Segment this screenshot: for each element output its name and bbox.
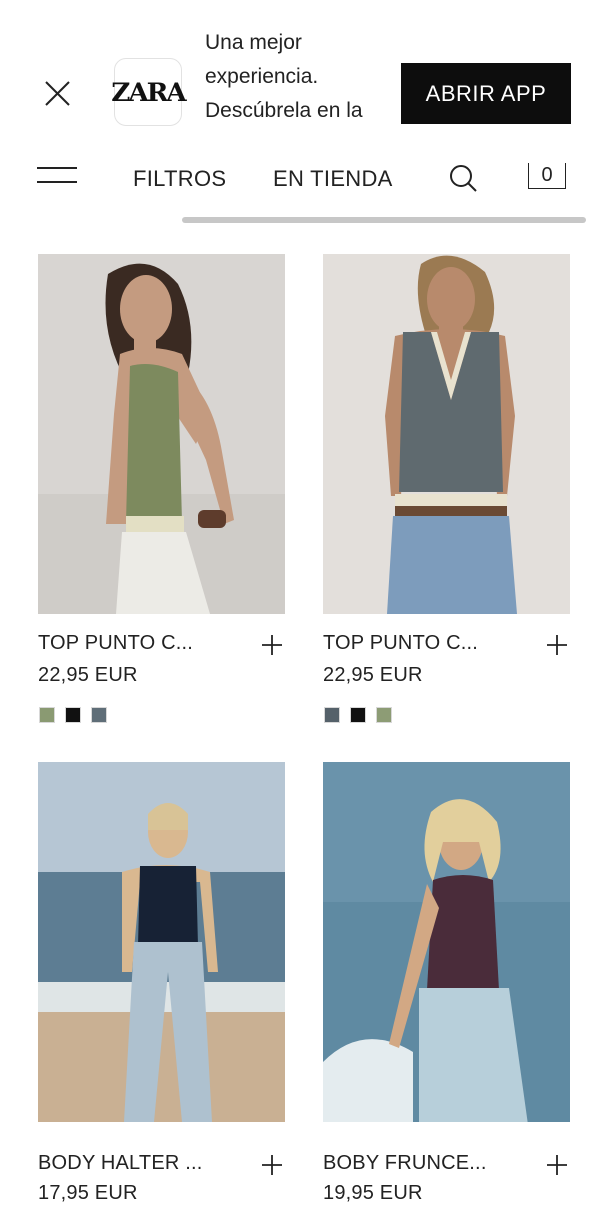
search-button[interactable] [449, 164, 479, 194]
close-icon [45, 81, 70, 106]
color-swatch[interactable] [39, 707, 55, 723]
color-swatch[interactable] [324, 707, 340, 723]
hamburger-icon-line [37, 181, 77, 183]
product-price: 22,95 EUR [38, 664, 138, 686]
color-swatch[interactable] [376, 707, 392, 723]
search-icon [450, 165, 477, 192]
product-image[interactable] [323, 762, 570, 1122]
plus-icon [262, 635, 282, 655]
plus-icon [547, 1155, 567, 1175]
product-name[interactable]: TOP PUNTO C... [38, 632, 193, 655]
add-to-cart-button[interactable] [260, 633, 284, 657]
cart-count: 0 [541, 164, 553, 186]
add-to-cart-button[interactable] [260, 1153, 284, 1177]
product-image[interactable] [323, 254, 570, 614]
product-image[interactable] [38, 254, 285, 614]
close-banner-button[interactable] [38, 74, 78, 114]
product-name[interactable]: BOBY FRUNCE... [323, 1152, 487, 1175]
menu-button[interactable] [37, 167, 77, 191]
product-price: 19,95 EUR [323, 1182, 423, 1204]
color-swatch[interactable] [65, 707, 81, 723]
color-swatch[interactable] [91, 707, 107, 723]
color-swatch[interactable] [350, 707, 366, 723]
banner-line: experiencia. [205, 65, 319, 88]
logo-text: ZARA [111, 77, 186, 107]
open-app-button[interactable]: ABRIR APP [401, 63, 571, 124]
plus-icon [547, 635, 567, 655]
product-price: 17,95 EUR [38, 1182, 138, 1204]
app-logo: ZARA [111, 58, 187, 126]
plus-icon [262, 1155, 282, 1175]
banner-message: Una mejor experiencia. Descúbrela en la [205, 26, 395, 128]
hamburger-icon-line [37, 167, 77, 169]
cart-button[interactable]: 0 [528, 163, 568, 191]
banner-line: Una mejor [205, 31, 302, 54]
banner-line: Descúbrela en la [205, 99, 363, 122]
product-name[interactable]: TOP PUNTO C... [323, 632, 478, 655]
product-name[interactable]: BODY HALTER ... [38, 1152, 203, 1175]
category-scrollbar[interactable] [182, 217, 586, 223]
add-to-cart-button[interactable] [545, 1153, 569, 1177]
in-store-button[interactable]: EN TIENDA [273, 166, 393, 192]
product-price: 22,95 EUR [323, 664, 423, 686]
add-to-cart-button[interactable] [545, 633, 569, 657]
product-image[interactable] [38, 762, 285, 1122]
filters-button[interactable]: FILTROS [133, 166, 226, 192]
